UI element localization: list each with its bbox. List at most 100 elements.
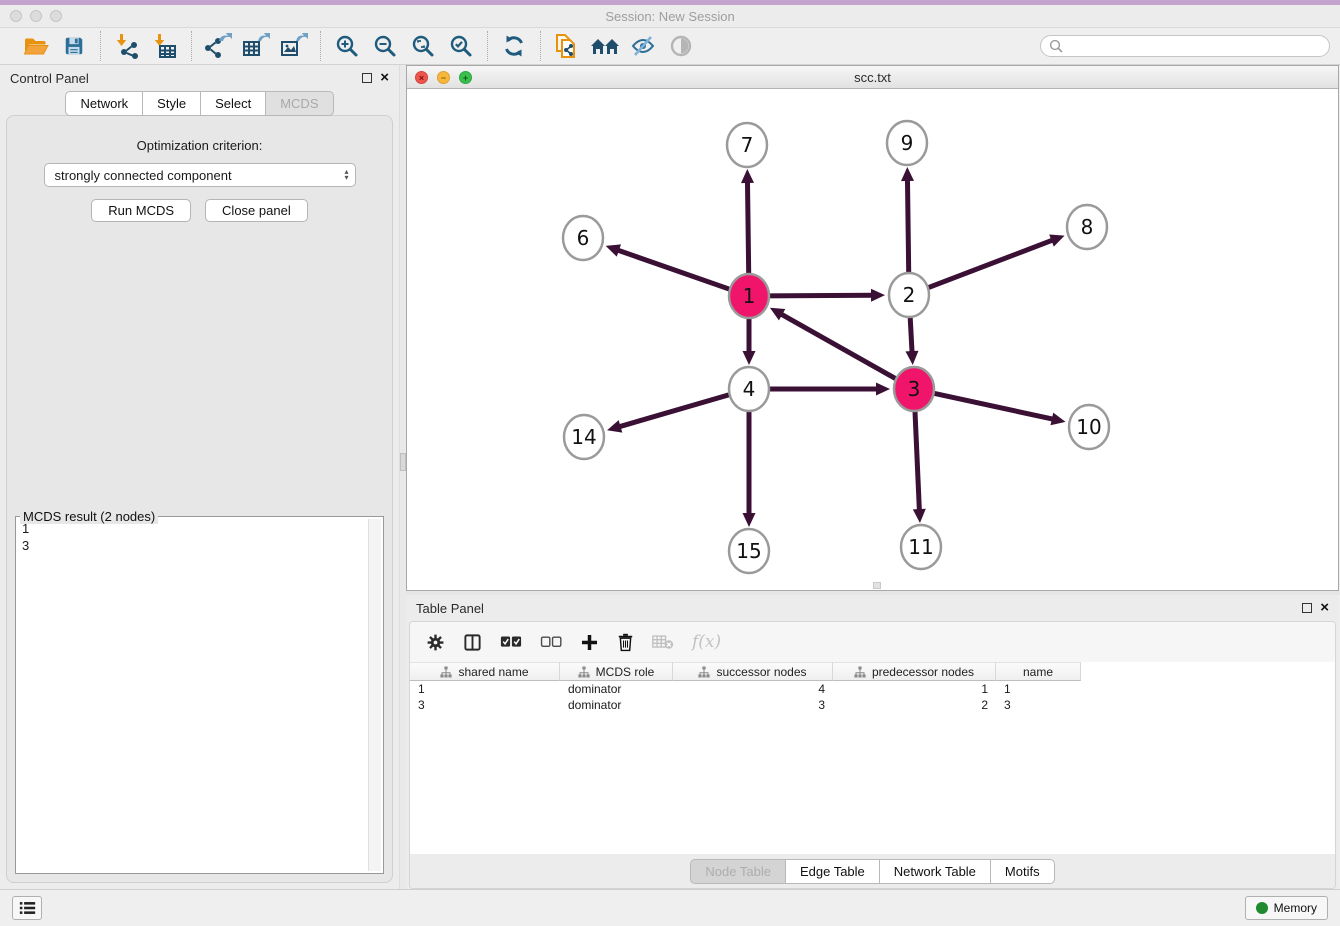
graph-edge-arrowhead (743, 513, 756, 527)
table-panel-header: Table Panel × (406, 595, 1339, 621)
task-history-button[interactable] (12, 896, 42, 920)
export-table-button[interactable] (240, 31, 272, 61)
optimization-criterion-select[interactable]: strongly connected component ▴▾ (44, 163, 356, 187)
deselect-all-rows-button[interactable] (540, 635, 562, 649)
close-table-panel-icon[interactable]: × (1320, 603, 1329, 613)
network-resize-handle[interactable] (873, 582, 881, 589)
export-image-button[interactable] (278, 31, 310, 61)
column-header-predecessor-nodes[interactable]: predecessor nodes (833, 662, 996, 681)
memory-button[interactable]: Memory (1245, 896, 1328, 920)
zoom-window-button[interactable] (50, 10, 62, 22)
home-view-button[interactable] (589, 31, 621, 61)
network-minimize-button[interactable]: − (437, 71, 450, 84)
delete-table-button[interactable] (652, 634, 674, 650)
mcds-result-list[interactable]: 1 3 (18, 519, 367, 871)
search-input[interactable] (1068, 39, 1321, 53)
float-table-panel-icon[interactable] (1302, 603, 1312, 613)
graph-edge-3-11[interactable] (915, 407, 920, 511)
close-panel-icon[interactable]: × (380, 73, 389, 83)
zoom-in-button[interactable] (331, 31, 363, 61)
columns-icon (463, 633, 482, 652)
select-all-rows-button[interactable] (500, 635, 522, 649)
column-header-name[interactable]: name (996, 662, 1081, 681)
minimize-window-button[interactable] (30, 10, 42, 22)
zoom-out-button[interactable] (369, 31, 401, 61)
network-close-button[interactable]: × (415, 71, 428, 84)
table-row[interactable]: 1dominator411 (410, 681, 1335, 697)
graph-edge-1-2[interactable] (767, 295, 873, 296)
splitter-handle[interactable] (400, 453, 406, 471)
column-header-successor-nodes[interactable]: successor nodes (673, 662, 833, 681)
close-window-button[interactable] (10, 10, 22, 22)
add-row-button[interactable] (580, 633, 599, 652)
search-field-container[interactable] (1040, 35, 1330, 57)
import-network-button[interactable] (111, 31, 143, 61)
table-tab-edge-table[interactable]: Edge Table (785, 859, 880, 884)
save-floppy-icon (63, 35, 85, 57)
graph-node-label: 1 (743, 284, 756, 308)
graph-node-label: 4 (743, 377, 756, 401)
graph-edge-1-7[interactable] (747, 181, 748, 278)
import-table-button[interactable] (149, 31, 181, 61)
graph-edge-2-8[interactable] (926, 240, 1054, 289)
graph-node-label: 2 (903, 283, 916, 307)
clone-network-button[interactable] (551, 31, 583, 61)
table-row[interactable]: 3dominator323 (410, 697, 1335, 713)
delete-rows-button[interactable] (617, 633, 634, 652)
tab-select[interactable]: Select (200, 91, 266, 116)
network-maximize-button[interactable]: + (459, 71, 472, 84)
eye-slash-icon (630, 34, 656, 58)
table-tab-motifs[interactable]: Motifs (990, 859, 1055, 884)
network-graph[interactable]: 7968124314101511 (407, 89, 1337, 589)
zoom-selected-icon (449, 34, 473, 58)
refresh-layout-button[interactable] (498, 31, 530, 61)
table-cell: 2 (833, 697, 996, 713)
table-toolbar: f(x) (410, 622, 1335, 662)
table-panel-body: f(x) shared nameMCDS rolesuccessor nodes… (409, 621, 1336, 889)
graph-node-label: 10 (1076, 415, 1101, 439)
export-image-icon (280, 33, 308, 59)
save-session-button[interactable] (58, 31, 90, 61)
graph-edge-3-1[interactable] (780, 314, 898, 380)
run-mcds-button[interactable]: Run MCDS (91, 199, 191, 222)
show-columns-button[interactable] (463, 633, 482, 652)
network-window-title: scc.txt (854, 70, 891, 85)
zoom-selected-button[interactable] (445, 31, 477, 61)
graph-edge-1-6[interactable] (617, 250, 732, 290)
tab-style[interactable]: Style (142, 91, 201, 116)
hide-unselected-button[interactable] (627, 31, 659, 61)
table-tab-network-table[interactable]: Network Table (879, 859, 991, 884)
zoom-fit-button[interactable] (407, 31, 439, 61)
tab-mcds[interactable]: MCDS (265, 91, 333, 116)
table-settings-button[interactable] (426, 633, 445, 652)
tab-network[interactable]: Network (65, 91, 143, 116)
table-tab-node-table[interactable]: Node Table (690, 859, 786, 884)
export-network-button[interactable] (202, 31, 234, 61)
function-builder-button[interactable]: f(x) (692, 632, 721, 652)
hierarchy-icon (578, 666, 590, 678)
graph-edge-2-3[interactable] (910, 313, 912, 353)
show-all-button[interactable] (665, 31, 697, 61)
graph-edge-3-10[interactable] (932, 393, 1054, 420)
eye-disabled-icon (669, 34, 693, 58)
zoom-out-icon (373, 34, 397, 58)
network-canvas[interactable]: 7968124314101511 (407, 89, 1338, 590)
unchecked-boxes-icon (540, 635, 562, 649)
column-header-MCDS-role[interactable]: MCDS role (560, 662, 673, 681)
table-cell: 4 (673, 681, 833, 697)
mcds-result-scrollbar[interactable] (368, 519, 381, 871)
import-table-icon (152, 33, 178, 59)
window-controls[interactable] (10, 10, 62, 22)
close-panel-button[interactable]: Close panel (205, 199, 308, 222)
open-session-button[interactable] (20, 31, 52, 61)
graph-edge-2-9[interactable] (907, 179, 908, 277)
toolbar-group-export (192, 31, 320, 61)
hierarchy-icon (440, 666, 452, 678)
memory-label: Memory (1274, 901, 1317, 915)
graph-edge-4-14[interactable] (619, 394, 732, 427)
column-header-shared-name[interactable]: shared name (410, 662, 560, 681)
network-window-controls[interactable]: × − + (415, 71, 472, 84)
export-table-icon (242, 33, 270, 59)
float-panel-icon[interactable] (362, 73, 372, 83)
panel-splitter[interactable] (399, 65, 406, 889)
